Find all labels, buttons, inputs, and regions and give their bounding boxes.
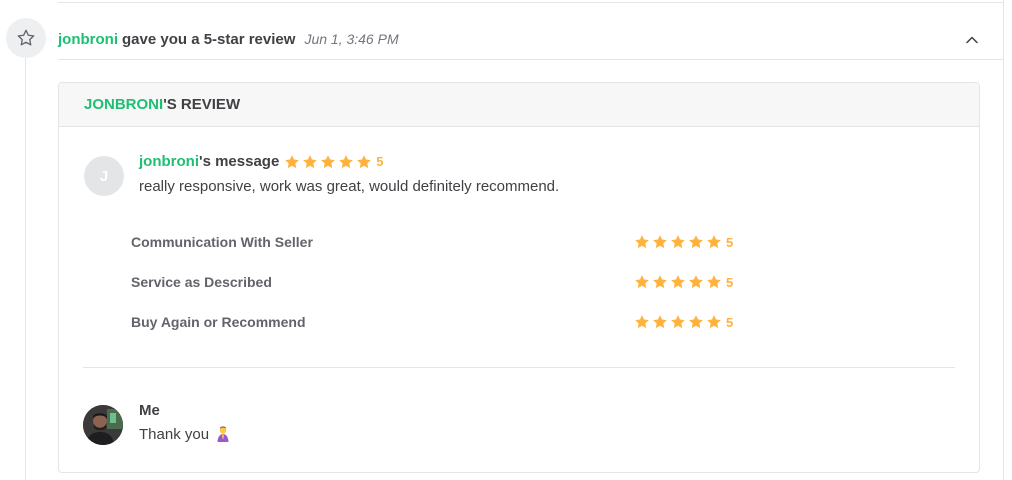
rating-row-communication: Communication With Seller 5 — [131, 232, 751, 252]
star-filled-icon — [635, 275, 649, 289]
rating-stars: 5 — [634, 234, 733, 250]
overall-score: 5 — [376, 154, 384, 169]
star-filled-icon — [321, 154, 336, 168]
star-filled-icon — [635, 315, 649, 329]
star-filled-icon — [707, 235, 721, 249]
star-filled-icon — [689, 235, 703, 249]
star-filled-icon — [671, 235, 685, 249]
review-card: JONBRONI 'S REVIEW J jonbroni's message 5… — [58, 82, 980, 473]
star-filled-icon — [653, 235, 667, 249]
user-photo-icon — [83, 405, 123, 445]
review-card-header: JONBRONI 'S REVIEW — [59, 83, 979, 127]
reply-divider — [83, 367, 955, 368]
event-header: jonbroni gave you a 5-star review Jun 1,… — [58, 29, 399, 49]
buyer-avatar: J — [84, 156, 124, 196]
message-label: 's message — [199, 153, 280, 170]
collapse-button[interactable] — [964, 32, 980, 48]
rating-label: Buy Again or Recommend — [131, 314, 306, 330]
star-filled-icon — [653, 275, 667, 289]
panel-right-border — [1003, 0, 1004, 480]
rating-score: 5 — [726, 314, 734, 330]
reply-text: Thank you — [139, 426, 210, 443]
event-username-link[interactable]: jonbroni — [58, 31, 118, 48]
rating-label: Communication With Seller — [131, 234, 313, 250]
message-title: jonbroni's message 5 — [139, 153, 384, 170]
star-filled-icon — [689, 275, 703, 289]
review-message-text: really responsive, work was great, would… — [139, 178, 560, 195]
message-username-link[interactable]: jonbroni — [139, 153, 199, 170]
top-divider — [58, 0, 1003, 3]
star-filled-icon — [339, 154, 354, 168]
event-timestamp: Jun 1, 3:46 PM — [304, 31, 399, 47]
rating-score: 5 — [726, 274, 734, 290]
timeline-line — [25, 56, 26, 480]
rating-label: Service as Described — [131, 274, 272, 290]
star-filled-icon — [707, 315, 721, 329]
star-filled-icon — [707, 275, 721, 289]
my-avatar — [83, 405, 123, 445]
chevron-up-icon — [966, 36, 978, 44]
rating-row-recommend: Buy Again or Recommend 5 — [131, 312, 751, 332]
star-filled-icon — [689, 315, 703, 329]
star-outline-icon — [17, 29, 35, 46]
reply-message: Thank you — [139, 426, 231, 443]
person-bowing-icon — [217, 426, 229, 442]
header-divider — [58, 59, 1003, 60]
star-filled-icon — [285, 154, 300, 168]
rating-score: 5 — [726, 234, 734, 250]
rating-row-service: Service as Described 5 — [131, 272, 751, 292]
reply-author-name: Me — [139, 402, 160, 419]
star-filled-icon — [303, 154, 318, 168]
star-filled-icon — [357, 154, 372, 168]
rating-stars: 5 — [634, 314, 733, 330]
star-filled-icon — [635, 235, 649, 249]
star-filled-icon — [671, 315, 685, 329]
star-filled-icon — [671, 275, 685, 289]
event-action-text: gave you a 5-star review — [122, 30, 296, 48]
overall-stars — [284, 154, 372, 170]
review-title-username: JONBRONI — [84, 96, 164, 113]
star-filled-icon — [653, 315, 667, 329]
review-event-icon — [6, 18, 46, 58]
rating-stars: 5 — [634, 274, 733, 290]
review-title-suffix: 'S REVIEW — [163, 96, 241, 113]
